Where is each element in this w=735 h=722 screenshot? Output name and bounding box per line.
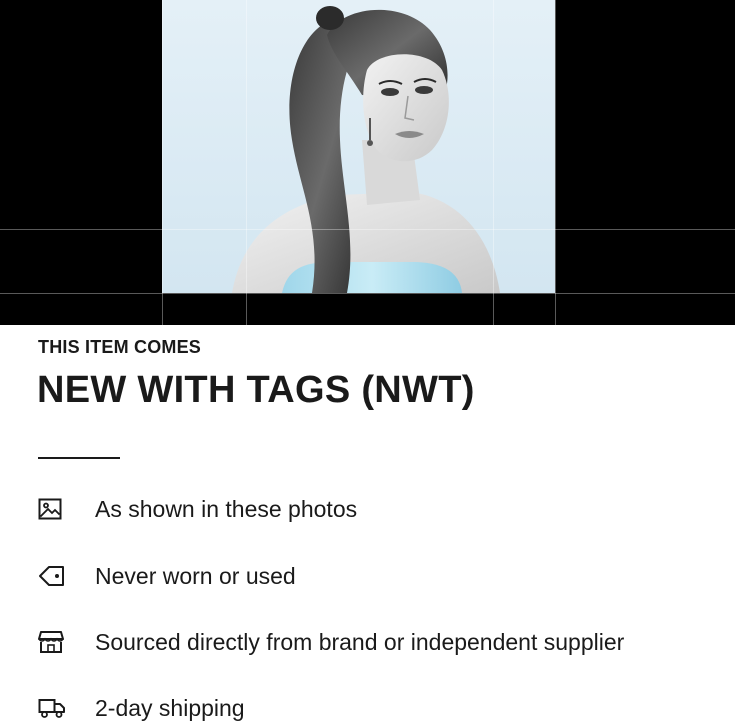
collage-divider — [246, 0, 247, 325]
truck-icon — [38, 695, 68, 721]
listing-condition-page: THIS ITEM COMES NEW WITH TAGS (NWT) As s… — [0, 0, 735, 722]
feature-item: Sourced directly from brand or independe… — [38, 625, 735, 659]
collage-divider — [162, 0, 163, 325]
feature-item: Never worn or used — [38, 559, 735, 593]
store-icon — [38, 629, 68, 655]
feature-label: 2-day shipping — [95, 694, 245, 721]
feature-item: 2-day shipping — [38, 691, 735, 722]
collage-divider — [0, 293, 735, 294]
feature-label: Sourced directly from brand or independe… — [95, 628, 625, 655]
collage-divider — [0, 229, 735, 230]
feature-label: Never worn or used — [95, 562, 296, 589]
collage-divider — [555, 0, 556, 325]
photo-band — [0, 0, 735, 325]
feature-item: As shown in these photos — [38, 492, 735, 526]
portrait-photo — [162, 0, 555, 293]
tag-icon — [38, 563, 68, 589]
collage-divider — [493, 0, 494, 325]
item-condition-section: THIS ITEM COMES NEW WITH TAGS (NWT) As s… — [0, 325, 735, 722]
condition-feature-list: As shown in these photos Never worn or u… — [0, 325, 735, 722]
product-photo[interactable] — [162, 0, 555, 293]
image-icon — [38, 496, 68, 522]
feature-label: As shown in these photos — [95, 495, 358, 522]
